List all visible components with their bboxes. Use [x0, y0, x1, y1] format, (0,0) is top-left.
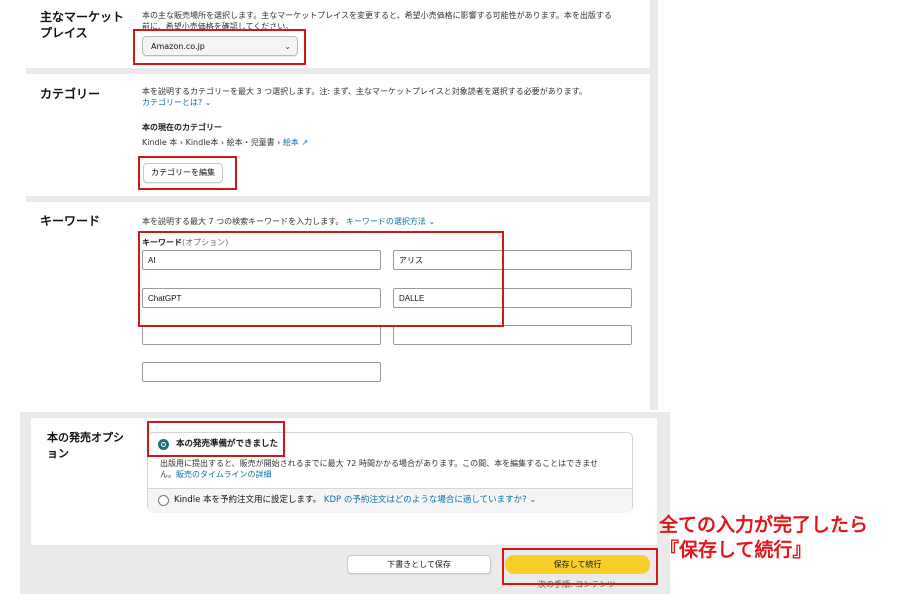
- category-help-link[interactable]: カテゴリーとは? ⌄: [142, 97, 642, 108]
- keyword-input-5[interactable]: [142, 325, 381, 345]
- keyword-input-6[interactable]: [393, 325, 632, 345]
- radio-ready-selected[interactable]: [158, 439, 169, 450]
- chevron-down-icon: ⌄: [202, 98, 212, 107]
- release-title-line1: 本の発売オプシ: [47, 431, 124, 444]
- edit-category-button[interactable]: カテゴリーを編集: [143, 163, 223, 183]
- marketplace-select[interactable]: Amazon.co.jp ⌄: [142, 36, 298, 56]
- release-preorder-label[interactable]: Kindle 本を予約注文用に設定します。 KDP の予約注文はどのような場合に…: [174, 495, 536, 506]
- keyword-input-2[interactable]: [393, 250, 632, 270]
- keyword-input-1[interactable]: [142, 250, 381, 270]
- release-title: 本の発売オプシ ョン: [47, 430, 124, 462]
- marketplace-select-value: Amazon.co.jp: [151, 42, 205, 51]
- marketplace-description-line2: 前に、希望小売価格を確認してください。: [142, 22, 294, 31]
- chevron-down-icon: ⌄: [284, 42, 291, 51]
- release-section: 本の発売オプシ ョン 本の発売準備ができました 出版用に提出すると、販売が開始さ…: [31, 418, 657, 545]
- save-continue-button[interactable]: 保存して続行: [505, 555, 650, 574]
- keywords-description-text: 本を説明する最大 7 つの検索キーワードを入力します。: [142, 217, 344, 226]
- marketplace-title-line1: 主なマーケット: [40, 10, 125, 24]
- keyword-input-4[interactable]: [393, 288, 632, 308]
- category-section: カテゴリー 本を説明するカテゴリーを最大 3 つ選択します。注: まず、主なマー…: [26, 74, 650, 196]
- release-timeline-link[interactable]: 販売のタイムラインの詳細: [176, 470, 271, 479]
- release-preorder-text: Kindle 本を予約注文用に設定します。: [174, 495, 322, 505]
- category-help-link-text[interactable]: カテゴリーとは?: [142, 98, 202, 107]
- keywords-field-optional: (オプション): [182, 238, 229, 247]
- keywords-field-label: キーワード(オプション): [142, 237, 228, 248]
- chevron-down-icon: ⌄: [425, 217, 436, 226]
- category-title: カテゴリー: [40, 87, 101, 101]
- category-description-text: 本を説明するカテゴリーを最大 3 つ選択します。注: まず、主なマーケットプレイ…: [142, 87, 588, 96]
- marketplace-section: 主なマーケット プレイス 本の主な販売場所を選択します。主なマーケットプレイスを…: [26, 0, 650, 68]
- current-category-path: Kindle 本 › Kindle本 › 絵本・児童書 › 絵本 ↗: [142, 137, 308, 148]
- save-draft-button[interactable]: 下書きとして保存: [347, 555, 491, 574]
- release-ready-description-line2: ん。: [160, 470, 176, 479]
- marketplace-title: 主なマーケット プレイス: [40, 9, 124, 41]
- annotation-line1: 全ての入力が完了したら: [659, 514, 869, 536]
- release-ready-description-line1: 出版用に提出すると、販売が開始されるまでに最大 72 時間かかる場合があります。…: [160, 459, 598, 468]
- keywords-help-link[interactable]: キーワードの選択方法: [346, 217, 426, 226]
- next-step-label: 次の手順: コンテンツ: [538, 580, 616, 589]
- category-description: 本を説明するカテゴリーを最大 3 つ選択します。注: まず、主なマーケットプレイ…: [142, 86, 642, 108]
- keyword-input-7[interactable]: [142, 362, 381, 382]
- annotation-line2: 『保存して続行』: [660, 539, 812, 561]
- release-title-line2: ョン: [47, 447, 69, 460]
- keywords-title: キーワード: [40, 214, 101, 228]
- current-category-label: 本の現在のカテゴリー: [142, 123, 222, 132]
- current-category-link[interactable]: 絵本 ↗: [283, 138, 308, 147]
- release-preorder-link[interactable]: KDP の予約注文はどのような場合に適していますか?: [324, 495, 527, 505]
- keyword-input-3[interactable]: [142, 288, 381, 308]
- radio-preorder[interactable]: [158, 495, 169, 506]
- marketplace-title-line2: プレイス: [40, 26, 88, 40]
- chevron-down-icon: ⌄: [526, 495, 537, 505]
- release-ready-description: 出版用に提出すると、販売が開始されるまでに最大 72 時間かかる場合があります。…: [160, 458, 630, 480]
- keywords-field-label-text: キーワード: [142, 238, 182, 247]
- release-ready-label[interactable]: 本の発売準備ができました: [176, 439, 278, 450]
- marketplace-description: 本の主な販売場所を選択します。主なマーケットプレイスを変更すると、希望小売価格に…: [142, 10, 642, 32]
- current-category-path-text: Kindle 本 › Kindle本 › 絵本・児童書 ›: [142, 138, 281, 147]
- marketplace-description-line1: 本の主な販売場所を選択します。主なマーケットプレイスを変更すると、希望小売価格に…: [142, 11, 612, 20]
- keywords-description: 本を説明する最大 7 つの検索キーワードを入力します。 キーワードの選択方法 ⌄: [142, 216, 435, 227]
